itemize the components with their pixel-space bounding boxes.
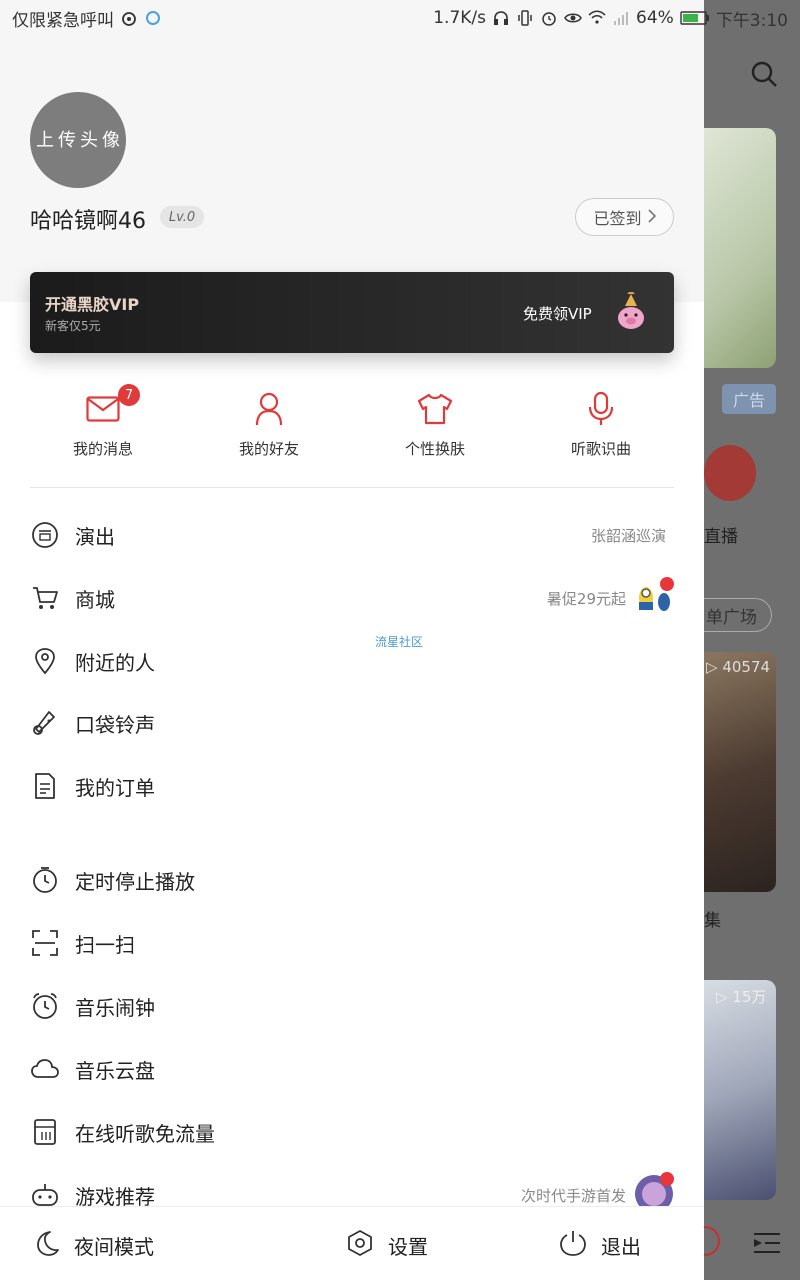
menu-label: 定时停止播放 — [75, 869, 195, 894]
eye-icon — [564, 9, 582, 27]
menu-item-sleep-timer[interactable]: 定时停止播放 — [0, 849, 704, 911]
signin-button[interactable]: 已签到 — [575, 198, 674, 236]
menu-item-alarm[interactable]: 音乐闹钟 — [0, 975, 704, 1037]
weibo-icon — [120, 9, 138, 27]
menu-item-shows[interactable]: 演出 张韶涵巡演 — [0, 504, 704, 566]
drawer-bottom-bar: 夜间模式 设置 退出 — [0, 1206, 704, 1280]
vip-banner[interactable]: 开通黑胶VIP 新客仅5元 免费领VIP — [30, 272, 674, 353]
quick-actions: 7 我的消息 我的好友 个性换肤 听歌识曲 — [0, 384, 704, 462]
network-speed: 1.7K/s — [433, 8, 487, 28]
moon-icon — [32, 1229, 60, 1262]
menu-item-ringtones[interactable]: 口袋铃声 — [0, 692, 704, 754]
menu-label: 扫一扫 — [75, 932, 135, 957]
menu-item-cloud-drive[interactable]: 音乐云盘 — [0, 1038, 704, 1100]
play-count: ▷ 40574 — [706, 658, 771, 676]
mail-icon — [86, 396, 120, 426]
play-count: ▷ 15万 — [716, 988, 767, 1006]
shirt-icon — [417, 393, 453, 429]
vip-title: 开通黑胶VIP — [45, 295, 140, 314]
carrier-text: 仅限紧急呼叫 — [12, 10, 114, 31]
quick-action-friends[interactable]: 我的好友 — [199, 392, 339, 459]
settings-button[interactable]: 设置 — [346, 1229, 428, 1262]
free-vip-label: 免费领VIP — [523, 305, 592, 323]
power-icon — [559, 1229, 587, 1262]
battery-icon — [680, 9, 710, 27]
vibrate-icon — [516, 9, 534, 27]
menu-label: 音乐云盘 — [75, 1058, 155, 1083]
logout-button[interactable]: 退出 — [559, 1229, 641, 1262]
playlist-title-fragment: 集 — [704, 911, 721, 931]
cloud-icon — [30, 1054, 60, 1084]
sim-icon — [30, 1117, 60, 1147]
alarm-status-icon — [540, 9, 558, 27]
order-icon — [30, 771, 60, 801]
night-mode-label: 夜间模式 — [74, 1235, 154, 1259]
banner-image[interactable] — [704, 128, 776, 368]
alarm-icon — [30, 991, 60, 1021]
headset-icon — [492, 9, 510, 27]
battery-percent: 64% — [636, 8, 674, 28]
gear-icon — [346, 1229, 374, 1262]
night-mode-button[interactable]: 夜间模式 — [32, 1229, 154, 1262]
menu-item-free-data[interactable]: 在线听歌免流量 — [0, 1101, 704, 1163]
vip-subtitle: 新客仅5元 — [45, 319, 101, 333]
menu-item-store[interactable]: 商城 暑促29元起 — [0, 567, 704, 629]
menu-label: 在线听歌免流量 — [75, 1121, 215, 1146]
quick-action-label: 个性换肤 — [404, 440, 465, 458]
quick-action-skins[interactable]: 个性换肤 — [365, 392, 505, 459]
cart-icon — [30, 583, 60, 613]
menu-label: 口袋铃声 — [75, 712, 155, 737]
upload-avatar-button[interactable]: 上传头像 — [30, 92, 126, 188]
live-label: 直播 — [704, 527, 738, 547]
ticket-icon — [30, 520, 60, 550]
quick-action-label: 听歌识曲 — [570, 440, 631, 458]
mic-icon — [586, 391, 616, 431]
menu-label: 商城 — [75, 587, 115, 612]
notification-dot — [660, 577, 674, 591]
quick-action-label: 我的好友 — [238, 440, 299, 458]
username[interactable]: 哈哈镜啊46 — [30, 203, 146, 235]
status-bar: 仅限紧急呼叫 1.7K/s 64% 下午3:10 — [0, 0, 800, 36]
signin-label: 已签到 — [593, 209, 642, 228]
menu-label: 我的订单 — [75, 775, 155, 800]
quick-action-song-recognition[interactable]: 听歌识曲 — [531, 391, 671, 459]
timer-icon — [30, 865, 60, 895]
quick-action-label: 我的消息 — [72, 440, 133, 458]
live-icon[interactable] — [704, 445, 756, 501]
menu-hint: 暑促29元起 — [546, 589, 626, 608]
quick-action-messages[interactable]: 7 我的消息 — [33, 384, 173, 459]
menu-label: 演出 — [75, 524, 115, 549]
playlist-cover[interactable] — [704, 980, 776, 1200]
settings-label: 设置 — [388, 1235, 428, 1259]
signal-icon — [612, 9, 630, 27]
app-notification-icon — [144, 9, 162, 27]
playlist-icon[interactable] — [752, 1228, 782, 1262]
side-drawer: 上传头像 哈哈镜啊46 Lv.0 已签到 开通黑胶VIP 新客仅5元 免费领VI… — [0, 0, 704, 1280]
message-count-badge: 7 — [118, 384, 140, 406]
user-icon — [255, 392, 283, 430]
ad-label: 广告 — [722, 384, 776, 414]
level-badge[interactable]: Lv.0 — [160, 206, 204, 228]
logout-label: 退出 — [601, 1235, 641, 1259]
pig-mascot-icon — [613, 290, 649, 332]
menu-item-scan[interactable]: 扫一扫 — [0, 912, 704, 974]
playlist-square-button[interactable]: 单广场 — [704, 598, 772, 632]
menu-item-orders[interactable]: 我的订单 — [0, 755, 704, 817]
scan-icon — [30, 928, 60, 958]
menu-label: 音乐闹钟 — [75, 995, 155, 1020]
chevron-right-icon — [647, 208, 656, 227]
ringtone-icon — [30, 708, 60, 738]
playlist-cover[interactable] — [704, 652, 776, 892]
location-icon — [30, 646, 60, 676]
menu-hint: 张韶涵巡演 — [590, 526, 666, 545]
menu-label: 附近的人 — [75, 650, 155, 675]
search-icon[interactable] — [750, 60, 778, 92]
clock: 下午3:10 — [715, 10, 788, 31]
wifi-icon — [588, 9, 606, 27]
menu-hint: 次时代手游首发 — [520, 1186, 626, 1205]
notification-dot — [660, 1172, 674, 1186]
menu-item-nearby[interactable]: 附近的人 — [0, 630, 704, 692]
divider — [30, 487, 674, 488]
